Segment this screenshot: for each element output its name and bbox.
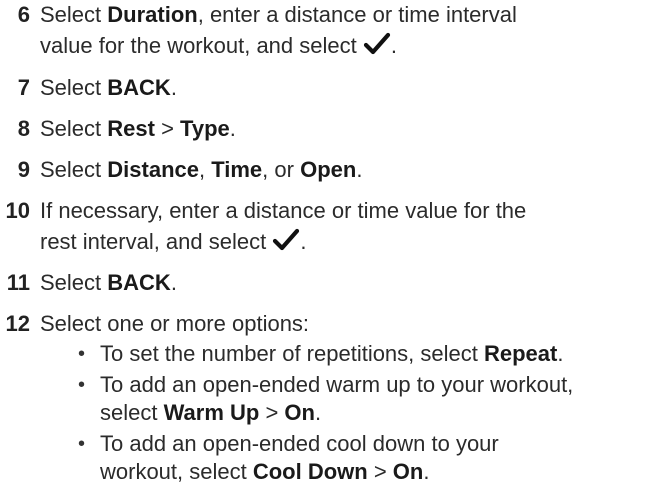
step-number: 11 [6,270,30,295]
step-text-line: rest interval, and select . [40,228,307,254]
ui-term: On [284,400,315,425]
step-number: 6 [17,2,30,27]
bullet-glyph: • [78,374,86,396]
bullet-text-line: select Warm Up > On. [100,400,322,425]
bullet-text-line: To set the number of repetitions, select… [100,341,564,366]
step-number: 10 [5,198,30,223]
bullet-text-line: workout, select Cool Down > On. [100,459,430,484]
instruction-list: 6 Select Duration, enter a distance or t… [0,0,648,498]
ui-term: BACK [107,270,171,295]
ui-term: On [392,459,424,484]
step-text-line: Select one or more options: [40,311,310,336]
ui-term: Cool Down [252,459,368,484]
step-number: 12 [5,311,30,336]
ui-term: Rest [107,116,155,141]
step-text-line: If necessary, enter a distance or time v… [40,198,527,223]
ui-term: Distance [107,157,199,182]
step-text-line: Select Distance, Time, or Open. [40,157,363,182]
step-text-line: Select Rest > Type. [40,116,236,141]
ui-term: Warm Up [163,400,260,425]
ui-term: Type [180,116,230,141]
ui-term: Repeat [483,341,558,366]
checkmark-icon [363,32,390,55]
ui-term: Time [211,157,263,182]
step-number: 7 [17,75,30,100]
step-text-line: Select Duration, enter a distance or tim… [40,2,517,27]
bullet-text-line: To add an open-ended cool down to your [100,431,499,456]
step-number: 9 [17,157,30,182]
ui-term: Open [300,157,357,182]
step-text-line: Select BACK. [40,270,177,295]
checkmark-icon [273,228,300,251]
bullet-text-line: To add an open-ended warm up to your wor… [100,372,574,397]
bullet-glyph: • [78,433,86,455]
step-text-line: Select BACK. [40,75,177,100]
step-number: 8 [17,116,30,141]
step-text-line: value for the workout, and select . [40,32,397,58]
ui-term: BACK [107,75,171,100]
bullet-glyph: • [78,343,86,365]
ui-term: Duration [107,2,198,27]
